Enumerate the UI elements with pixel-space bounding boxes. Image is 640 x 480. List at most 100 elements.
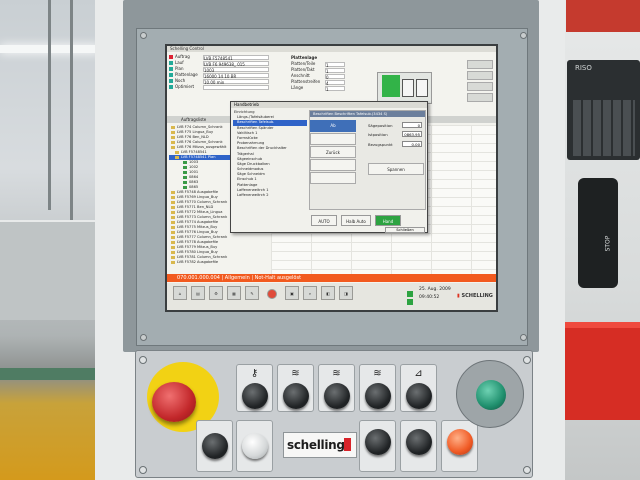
param-value[interactable]: 1 — [325, 67, 345, 74]
folder-icon — [171, 215, 175, 219]
tree-item-label: 0865 — [189, 185, 199, 189]
red-tag — [566, 0, 640, 32]
info-value: 16000 14 10 BR — [203, 72, 269, 79]
tree-item-label: LVB F5773 Column_Schrank — [177, 215, 228, 219]
push-button[interactable] — [365, 383, 391, 409]
folder-icon — [171, 220, 175, 224]
heat-icon: ≋ — [291, 368, 300, 379]
function-key-icon[interactable]: ⚙ — [209, 286, 223, 300]
stop-icon[interactable] — [267, 289, 277, 299]
tool-button[interactable] — [467, 71, 493, 80]
button-box: ⊿ — [400, 364, 437, 412]
key-switch-box: ⚷ — [236, 364, 273, 412]
param-value[interactable]: 1 — [325, 85, 345, 92]
folder-icon — [183, 170, 187, 174]
tree-item-label: LVB F5778 Ausgabefile — [177, 240, 219, 244]
function-key-icon[interactable]: ◧ — [321, 286, 335, 300]
mode-selector[interactable] — [476, 380, 506, 410]
ist-position-label: Istposition — [368, 132, 388, 137]
close-button[interactable]: Schließen — [385, 227, 425, 233]
function-key-icon[interactable]: ▤ — [191, 286, 205, 300]
empty-button[interactable] — [310, 159, 356, 171]
push-button[interactable] — [365, 429, 391, 455]
empty-button[interactable] — [310, 133, 356, 145]
param-value[interactable]: 4 — [325, 79, 345, 86]
key-switch[interactable] — [242, 383, 268, 409]
tree-item-label: LVB F5771 Ben_NLD — [177, 205, 214, 209]
logo-text: SCHELLING — [461, 293, 493, 299]
date-text: 25. Aug. 2009 — [419, 287, 451, 292]
status-dot — [169, 85, 173, 89]
tool-button[interactable] — [467, 60, 493, 69]
function-key-icon[interactable]: ◨ — [339, 286, 353, 300]
status-dot — [169, 73, 173, 77]
tool-button[interactable] — [467, 93, 493, 102]
folder-icon — [171, 200, 175, 204]
param-value[interactable]: 1 — [325, 61, 345, 68]
saege-position-label: Sägeposition — [368, 123, 393, 128]
tree-item-label: LVB F5775 Mitzus_Buy — [177, 225, 218, 229]
spannen-button[interactable]: Spannen — [368, 163, 424, 175]
status-led — [407, 299, 413, 305]
push-button[interactable] — [406, 383, 432, 409]
push-button[interactable] — [283, 383, 309, 409]
tree-item-label: LVB F5776 Lingua_Buy — [177, 230, 218, 234]
folder-icon — [175, 155, 179, 159]
folder-icon — [171, 260, 175, 264]
dialog-tree-item[interactable]: Laffenerweitrch 2 — [233, 193, 307, 198]
tree-item-label: LVB F5770 Column_Schrank — [177, 200, 228, 204]
tree-item-label: 1001 — [189, 170, 199, 174]
emergency-stop-button[interactable] — [152, 382, 196, 422]
alarm-bar[interactable]: 070.001.000.004 | Allgemein | Not-Halt a… — [167, 274, 496, 282]
machine-overview[interactable] — [377, 72, 432, 104]
folder-icon — [171, 190, 175, 194]
tree-item[interactable]: LVB F5782 Ausgabefile — [169, 260, 269, 265]
function-key-icon[interactable]: ▦ — [227, 286, 241, 300]
clock: 25. Aug. 2009 09:40:52 — [419, 286, 451, 302]
function-key-icon[interactable]: ▣ — [285, 286, 299, 300]
function-key-icon[interactable]: ⌕ — [303, 286, 317, 300]
halb-auto-button[interactable]: Halb Auto — [341, 215, 371, 226]
tool-button[interactable] — [467, 82, 493, 91]
keypad-label: RISO — [575, 64, 592, 72]
tree-item-label: 1002 — [189, 165, 199, 169]
button-box — [400, 420, 437, 472]
push-button[interactable] — [202, 433, 228, 459]
screw — [523, 356, 531, 364]
tree-item-label: LVB F75 Lingua_Buy — [177, 130, 214, 134]
empty-button[interactable] — [310, 172, 356, 184]
zurueck-button[interactable]: Zurück — [310, 146, 356, 158]
info-row: Optimiert — [169, 84, 269, 90]
tree-item-label: LVB F76 Column_Schrank — [177, 140, 223, 144]
time-text: 09:40:52 — [419, 295, 440, 300]
function-key-icon[interactable]: ✎ — [245, 286, 259, 300]
folder-icon — [171, 135, 175, 139]
info-value: LVB F5748541 — [203, 54, 269, 61]
reset-button[interactable] — [447, 429, 473, 455]
tree-item-label: 1003 — [189, 160, 199, 164]
folder-icon — [183, 160, 187, 164]
push-button[interactable] — [406, 429, 432, 455]
folder-icon — [183, 185, 187, 189]
tree-item-label: LVB F76 Mitzus_ausgewählt — [177, 145, 227, 149]
tree-item-label: LVB F5777 Column_Schrank — [177, 235, 228, 239]
push-button[interactable] — [324, 383, 350, 409]
folder-icon — [171, 255, 175, 259]
info-value — [203, 84, 269, 90]
button-box: ≋ — [359, 364, 396, 412]
saege-position-value: 0 — [402, 122, 422, 128]
ab-button[interactable]: Ab — [310, 120, 356, 132]
tree-item-label: LVB F5781 Column_Schrank — [177, 255, 228, 259]
manual-mode-dialog: Handbetrieb Einrichtung Längs-/Tafelsäube… — [230, 101, 428, 233]
tree-item-label: LVB F5782 Ausgabefile — [177, 260, 219, 264]
tree-item-label: LVB F5748541 — [181, 150, 207, 154]
param-value[interactable]: 0 — [325, 73, 345, 80]
auto-button[interactable]: AUTO — [311, 215, 337, 226]
tool-buttons — [467, 60, 496, 108]
hand-button[interactable]: Hand — [375, 215, 401, 226]
tree-item-label: LVB F76 Ben_NLD — [177, 135, 209, 139]
brand-logo: schelling — [287, 438, 345, 452]
function-key-icon[interactable]: ⌂ — [173, 286, 187, 300]
dialog-tree[interactable]: Einrichtung Längs-/Tafelsäuberei Beschrift… — [233, 110, 307, 210]
info-value: LVB F6 949638_ 015 — [203, 60, 269, 67]
